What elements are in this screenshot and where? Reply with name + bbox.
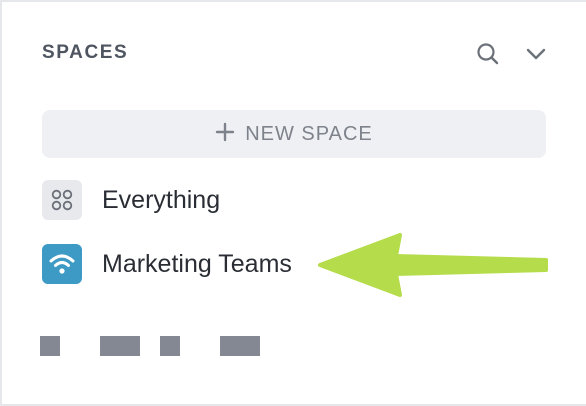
grid-icon [42,180,82,220]
redacted-block [100,336,140,356]
space-label-everything: Everything [102,185,221,214]
new-space-label: NEW SPACE [245,122,373,145]
new-space-button[interactable]: NEW SPACE [42,110,546,158]
redacted-block [160,336,180,356]
space-item-marketing-teams[interactable]: Marketing Teams [42,244,292,284]
spaces-title: SPACES [42,42,129,63]
spaces-panel: SPACES NEW SPACE Everything Marketing Te… [0,0,586,406]
redacted-block [220,336,260,356]
chevron-down-icon[interactable] [522,40,550,68]
wifi-icon [42,244,82,284]
space-label-marketing-teams: Marketing Teams [102,249,292,278]
plus-icon [215,122,235,147]
search-icon[interactable] [474,40,502,68]
redacted-block [40,336,60,356]
annotation-arrow-icon [318,233,548,297]
spaces-header: SPACES [42,40,552,68]
space-item-everything[interactable]: Everything [42,180,220,220]
